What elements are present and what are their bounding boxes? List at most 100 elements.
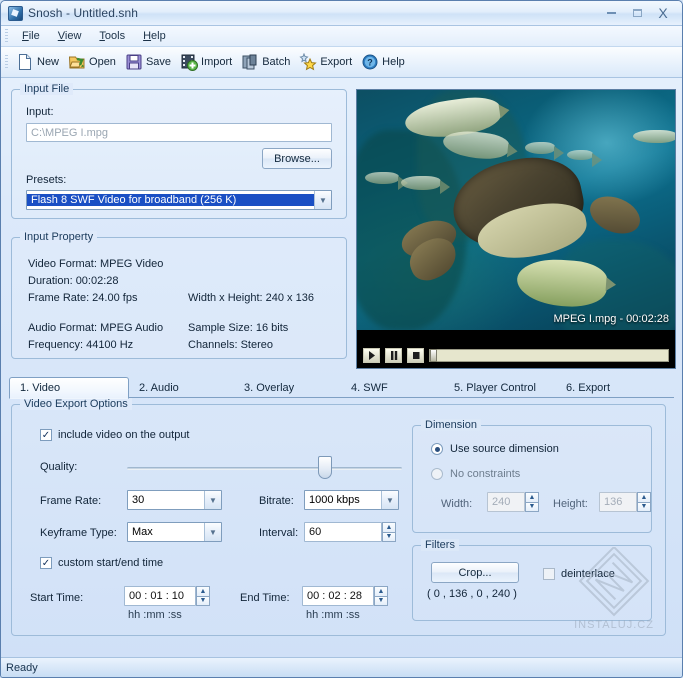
chevron-down-icon[interactable]: ▼ xyxy=(204,523,221,541)
width-field[interactable]: 240 xyxy=(487,492,525,512)
stepper-down-icon[interactable]: ▼ xyxy=(382,532,396,543)
preview-title-overlay: MPEG I.mpg - 00:02:28 xyxy=(553,313,669,325)
use-source-dimension-label: Use source dimension xyxy=(450,443,559,455)
stop-icon[interactable] xyxy=(407,348,424,363)
stepper-down-icon[interactable]: ▼ xyxy=(374,596,388,607)
start-time-stepper[interactable]: ▲ ▼ xyxy=(196,586,210,606)
toolbar-export-label: Export xyxy=(320,56,352,68)
menu-item-help[interactable]: Help xyxy=(134,28,175,44)
custom-time-checkbox-row[interactable]: ✓ custom start/end time xyxy=(40,557,163,569)
stepper-down-icon[interactable]: ▼ xyxy=(196,596,210,607)
stepper-up-icon[interactable]: ▲ xyxy=(637,492,651,502)
tab-player-control[interactable]: 5. Player Control xyxy=(444,377,546,398)
end-time-label: End Time: xyxy=(240,592,290,604)
presets-selected-value: Flash 8 SWF Video for broadband (256 K) xyxy=(27,194,314,206)
close-button[interactable]: X xyxy=(652,5,674,22)
window-controls: X xyxy=(600,5,678,22)
tab-export[interactable]: 6. Export xyxy=(556,377,620,398)
bitrate-combobox[interactable]: 1000 kbps ▼ xyxy=(304,490,399,510)
tab-video[interactable]: 1. Video xyxy=(9,377,129,399)
toolbar-help-button[interactable]: ? Help xyxy=(358,51,411,73)
toolbar-help-label: Help xyxy=(382,56,405,68)
menu-grip[interactable] xyxy=(5,29,8,43)
toolbar-open-label: Open xyxy=(89,56,116,68)
quality-slider-thumb[interactable] xyxy=(318,456,332,479)
chevron-down-icon[interactable]: ▼ xyxy=(314,191,331,209)
use-source-dimension-radio[interactable] xyxy=(431,443,443,455)
quality-label: Quality: xyxy=(40,461,77,473)
stepper-up-icon[interactable]: ▲ xyxy=(525,492,539,502)
width-stepper[interactable]: ▲ ▼ xyxy=(525,492,539,512)
no-constraints-radio-row[interactable]: No constraints xyxy=(431,468,520,480)
pause-icon[interactable] xyxy=(385,348,402,363)
toolbar: New Open Save Import Batch xyxy=(1,47,682,78)
stepper-up-icon[interactable]: ▲ xyxy=(196,586,210,596)
keyframe-type-value: Max xyxy=(128,526,204,538)
frame-rate-combobox[interactable]: 30 ▼ xyxy=(127,490,222,510)
tab-audio[interactable]: 2. Audio xyxy=(129,377,189,398)
interval-stepper[interactable]: ▲ ▼ xyxy=(382,522,396,542)
browse-button[interactable]: Browse... xyxy=(262,148,332,169)
video-frame-image xyxy=(357,90,676,330)
video-preview[interactable]: MPEG I.mpg - 00:02:28 xyxy=(356,89,676,369)
menu-item-view[interactable]: View xyxy=(49,28,91,44)
include-video-checkbox[interactable]: ✓ xyxy=(40,429,52,441)
frame-rate-value: 30 xyxy=(128,494,204,506)
toolbar-save-button[interactable]: Save xyxy=(122,51,177,73)
stepper-down-icon[interactable]: ▼ xyxy=(525,502,539,513)
chevron-down-icon[interactable]: ▼ xyxy=(381,491,398,509)
menu-item-file[interactable]: File xyxy=(13,28,49,44)
svg-text:?: ? xyxy=(367,58,373,68)
stepper-up-icon[interactable]: ▲ xyxy=(382,522,396,532)
toolbar-import-button[interactable]: Import xyxy=(177,51,238,73)
use-source-dimension-radio-row[interactable]: Use source dimension xyxy=(431,443,559,455)
height-stepper[interactable]: ▲ ▼ xyxy=(637,492,651,512)
frame-rate-text: Frame Rate: 24.00 fps xyxy=(28,292,137,304)
deinterlace-checkbox-row[interactable]: deinterlace xyxy=(543,568,615,580)
no-constraints-radio[interactable] xyxy=(431,468,443,480)
batch-stack-icon xyxy=(241,53,259,71)
stepper-up-icon[interactable]: ▲ xyxy=(374,586,388,596)
toolbar-import-label: Import xyxy=(201,56,232,68)
end-time-stepper[interactable]: ▲ ▼ xyxy=(374,586,388,606)
include-video-checkbox-row[interactable]: ✓ include video on the output xyxy=(40,429,190,441)
quality-slider-track[interactable] xyxy=(127,467,402,470)
sample-size-text: Sample Size: 16 bits xyxy=(188,322,288,334)
interval-field[interactable]: 60 xyxy=(304,522,382,542)
seek-thumb[interactable] xyxy=(430,349,437,362)
deinterlace-checkbox[interactable] xyxy=(543,568,555,580)
frequency-text: Frequency: 44100 Hz xyxy=(28,339,133,351)
tab-swf[interactable]: 4. SWF xyxy=(341,377,398,398)
maximize-button[interactable] xyxy=(626,5,648,22)
tab-overlay[interactable]: 3. Overlay xyxy=(234,377,304,398)
start-time-field[interactable]: 00 : 01 : 10 xyxy=(124,586,196,606)
help-question-icon: ? xyxy=(361,53,379,71)
toolbar-export-button[interactable]: Export xyxy=(296,51,358,73)
start-time-label: Start Time: xyxy=(30,592,83,604)
toolbar-open-button[interactable]: Open xyxy=(65,51,122,73)
play-icon[interactable] xyxy=(363,348,380,363)
height-label: Height: xyxy=(553,498,588,510)
status-bar: Ready xyxy=(1,657,682,677)
chevron-down-icon[interactable]: ▼ xyxy=(204,491,221,509)
dimension-legend: Dimension xyxy=(421,419,481,431)
input-path-field[interactable]: C:\MPEG I.mpg xyxy=(26,123,332,142)
width-label: Width: xyxy=(441,498,472,510)
input-label: Input: xyxy=(26,106,54,118)
toolbar-batch-button[interactable]: Batch xyxy=(238,51,296,73)
toolbar-grip[interactable] xyxy=(5,55,8,69)
end-time-field[interactable]: 00 : 02 : 28 xyxy=(302,586,374,606)
minimize-button[interactable] xyxy=(600,5,622,22)
seek-bar[interactable] xyxy=(429,349,669,362)
status-text: Ready xyxy=(6,662,38,674)
stepper-down-icon[interactable]: ▼ xyxy=(637,502,651,513)
keyframe-type-combobox[interactable]: Max ▼ xyxy=(127,522,222,542)
custom-time-checkbox[interactable]: ✓ xyxy=(40,557,52,569)
toolbar-new-button[interactable]: New xyxy=(13,51,65,73)
crop-button[interactable]: Crop... xyxy=(431,562,519,583)
toolbar-batch-label: Batch xyxy=(262,56,290,68)
menu-item-tools[interactable]: Tools xyxy=(90,28,134,44)
window-title: Snosh - Untitled.snh xyxy=(28,6,600,20)
height-field[interactable]: 136 xyxy=(599,492,637,512)
presets-combobox[interactable]: Flash 8 SWF Video for broadband (256 K) … xyxy=(26,190,332,210)
